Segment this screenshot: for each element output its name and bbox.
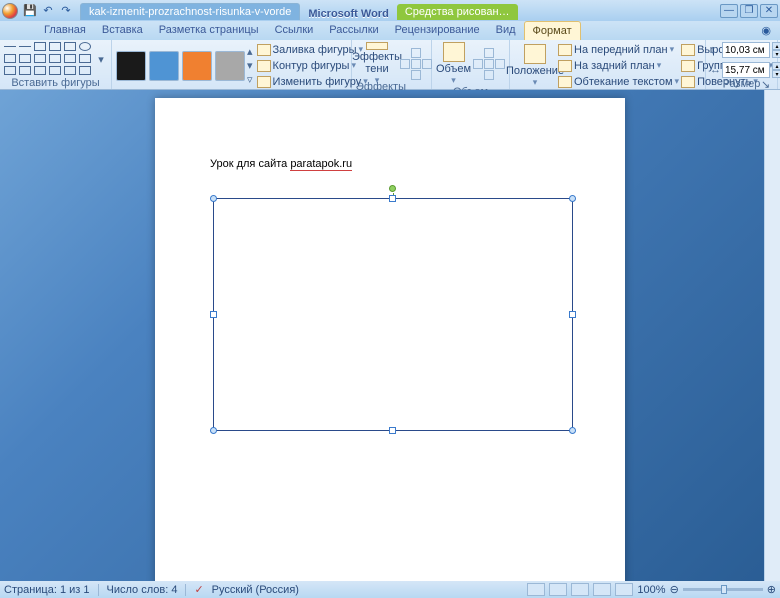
- help-icon[interactable]: ◉: [758, 21, 774, 40]
- page-indicator[interactable]: Страница: 1 из 1: [4, 584, 90, 596]
- contextual-tab-label: Средства рисован…: [397, 4, 518, 20]
- page[interactable]: Урок для сайта paratapok.ru: [155, 98, 625, 581]
- document-title-tab: kak-izmenit-prozrachnost-risunka-v-vorde: [80, 3, 300, 20]
- full-screen-view[interactable]: [549, 583, 567, 596]
- minimize-button[interactable]: —: [720, 4, 738, 18]
- tab-references[interactable]: Ссылки: [267, 21, 322, 40]
- group-shadow-effects: Эффекты тени▾ Эффекты тени: [352, 40, 432, 89]
- shape-icon: [257, 76, 271, 88]
- style-swatch[interactable]: [182, 51, 212, 81]
- group-3d-effects: Объем▾ Объем: [432, 40, 510, 89]
- group-icon: [681, 60, 695, 72]
- zoom-slider[interactable]: [683, 588, 763, 591]
- title-bar: 💾 ↶ ↷ kak-izmenit-prozrachnost-risunka-v…: [0, 0, 780, 21]
- ribbon: ▾ Вставить фигуры ▴▾▿ Заливка фигуры ▾ К…: [0, 40, 780, 90]
- resize-handle[interactable]: [389, 427, 396, 434]
- resize-handle[interactable]: [569, 195, 576, 202]
- group-arrange: Положение▾ На передний план ▾ На задний …: [510, 40, 706, 89]
- width-icon: ↔: [710, 64, 722, 76]
- front-icon: [558, 44, 572, 56]
- tab-mailings[interactable]: Рассылки: [321, 21, 386, 40]
- tab-format[interactable]: Формат: [524, 21, 581, 40]
- shapes-more-icon[interactable]: ▾: [95, 53, 107, 66]
- rotation-handle[interactable]: [389, 185, 396, 192]
- proofing-icon[interactable]: ✓: [194, 583, 203, 596]
- save-icon[interactable]: 💾: [22, 3, 38, 19]
- status-bar: Страница: 1 из 1 Число слов: 4 ✓ Русский…: [0, 581, 780, 598]
- style-swatch[interactable]: [149, 51, 179, 81]
- group-size: ↕10,03 см▴▾ ↔15,77 см▴▾ Размер↘: [706, 40, 778, 89]
- tab-insert[interactable]: Вставка: [94, 21, 151, 40]
- shadow-icon: [366, 42, 388, 50]
- group-shape-styles: ▴▾▿ Заливка фигуры ▾ Контур фигуры ▾ Изм…: [112, 40, 352, 89]
- position-icon: [524, 44, 546, 64]
- selected-rectangle-shape[interactable]: [213, 198, 573, 431]
- shadow-nudge[interactable]: [400, 48, 432, 80]
- office-button[interactable]: [2, 3, 18, 19]
- word-count[interactable]: Число слов: 4: [107, 584, 178, 596]
- zoom-level[interactable]: 100%: [637, 584, 665, 596]
- web-layout-view[interactable]: [571, 583, 589, 596]
- group-label: Размер: [723, 78, 761, 90]
- height-icon: ↕: [710, 44, 722, 56]
- resize-handle[interactable]: [210, 427, 217, 434]
- text-wrap-button[interactable]: Обтекание текстом ▾: [558, 74, 679, 89]
- bring-front-button[interactable]: На передний план ▾: [558, 42, 679, 57]
- app-name: Microsoft Word: [300, 8, 396, 20]
- resize-handle[interactable]: [389, 195, 396, 202]
- redo-icon[interactable]: ↷: [58, 3, 74, 19]
- style-swatches[interactable]: [116, 51, 245, 81]
- shadow-effects-button[interactable]: Эффекты тени▾: [356, 42, 398, 86]
- zoom-out-button[interactable]: ⊖: [670, 583, 679, 596]
- undo-icon[interactable]: ↶: [40, 3, 56, 19]
- window-controls: — ❐ ✕: [720, 4, 778, 18]
- style-gallery-scroll[interactable]: ▴▾▿: [247, 45, 253, 86]
- resize-handle[interactable]: [569, 427, 576, 434]
- 3d-effects-button[interactable]: Объем▾: [436, 42, 471, 86]
- 3d-tilt[interactable]: [473, 48, 505, 80]
- bucket-icon: [257, 44, 271, 56]
- group-insert-shapes: ▾ Вставить фигуры: [0, 40, 112, 89]
- cube-icon: [443, 42, 465, 62]
- width-field[interactable]: ↔15,77 см▴▾: [710, 62, 780, 78]
- document-workspace[interactable]: Урок для сайта paratapok.ru: [0, 90, 780, 581]
- resize-handle[interactable]: [210, 311, 217, 318]
- zoom-in-button[interactable]: ⊕: [767, 583, 776, 596]
- document-text[interactable]: Урок для сайта paratapok.ru: [210, 153, 570, 172]
- tab-view[interactable]: Вид: [488, 21, 524, 40]
- resize-handle[interactable]: [569, 311, 576, 318]
- shapes-gallery[interactable]: [4, 42, 93, 77]
- quick-access-toolbar: 💾 ↶ ↷: [22, 3, 74, 19]
- pencil-icon: [257, 60, 271, 72]
- language-indicator[interactable]: Русский (Россия): [212, 584, 299, 596]
- height-field[interactable]: ↕10,03 см▴▾: [710, 42, 780, 58]
- style-swatch[interactable]: [116, 51, 146, 81]
- back-icon: [558, 60, 572, 72]
- group-label: Вставить фигуры: [11, 77, 99, 89]
- rotate-icon: [681, 76, 695, 88]
- tab-review[interactable]: Рецензирование: [387, 21, 488, 40]
- ribbon-tabs: Главная Вставка Разметка страницы Ссылки…: [0, 21, 780, 40]
- maximize-button[interactable]: ❐: [740, 4, 758, 18]
- tab-home[interactable]: Главная: [36, 21, 94, 40]
- resize-handle[interactable]: [210, 195, 217, 202]
- align-icon: [681, 44, 695, 56]
- wrap-icon: [558, 76, 572, 88]
- tab-page-layout[interactable]: Разметка страницы: [151, 21, 267, 40]
- send-back-button[interactable]: На задний план ▾: [558, 58, 679, 73]
- style-swatch[interactable]: [215, 51, 245, 81]
- draft-view[interactable]: [615, 583, 633, 596]
- vertical-scrollbar[interactable]: [764, 90, 780, 581]
- dialog-launcher-icon[interactable]: ↘: [761, 78, 773, 90]
- outline-view[interactable]: [593, 583, 611, 596]
- close-button[interactable]: ✕: [760, 4, 778, 18]
- print-layout-view[interactable]: [527, 583, 545, 596]
- position-button[interactable]: Положение▾: [514, 44, 556, 88]
